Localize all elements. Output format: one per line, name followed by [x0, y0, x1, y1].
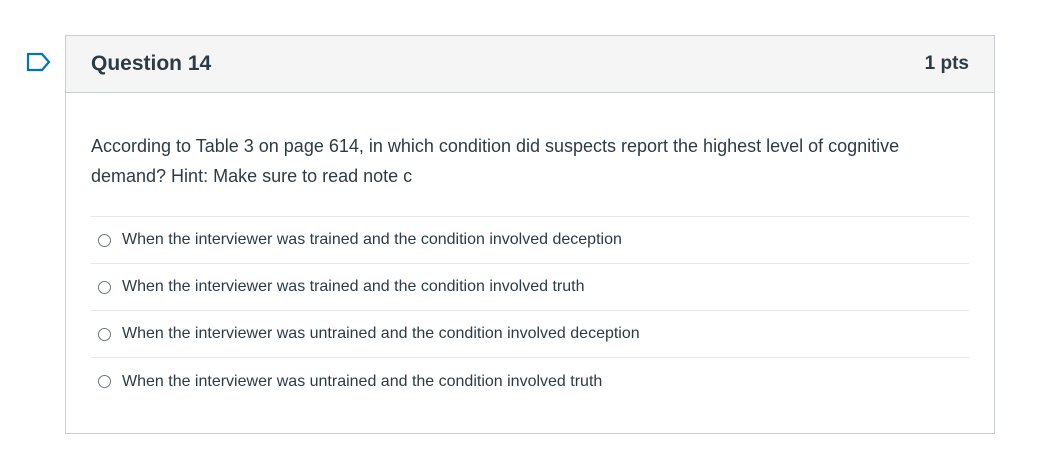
answer-label: When the interviewer was trained and the…: [122, 278, 585, 295]
answer-list: When the interviewer was trained and the…: [91, 216, 969, 405]
answer-option[interactable]: When the interviewer was untrained and t…: [91, 358, 969, 405]
answer-label: When the interviewer was untrained and t…: [122, 372, 603, 390]
question-header: Question 14 1 pts: [66, 36, 994, 93]
question-points: 1 pts: [924, 53, 969, 74]
question-title: Question 14: [91, 52, 212, 75]
question-card: Question 14 1 pts According to Table 3 o…: [65, 35, 995, 434]
radio-button[interactable]: [98, 375, 111, 388]
answer-option[interactable]: When the interviewer was trained and the…: [91, 264, 969, 311]
question-text: According to Table 3 on page 614, in whi…: [91, 136, 900, 186]
answer-label: When the interviewer was trained and the…: [122, 231, 622, 248]
question-body: According to Table 3 on page 614, in whi…: [66, 93, 994, 405]
answer-option[interactable]: When the interviewer was untrained and t…: [91, 311, 969, 358]
answer-label: When the interviewer was untrained and t…: [122, 325, 640, 342]
flag-question-icon[interactable]: [26, 51, 52, 73]
answer-option[interactable]: When the interviewer was trained and the…: [91, 217, 969, 264]
radio-button[interactable]: [98, 233, 111, 247]
radio-button[interactable]: [98, 280, 111, 294]
radio-button[interactable]: [98, 327, 111, 341]
